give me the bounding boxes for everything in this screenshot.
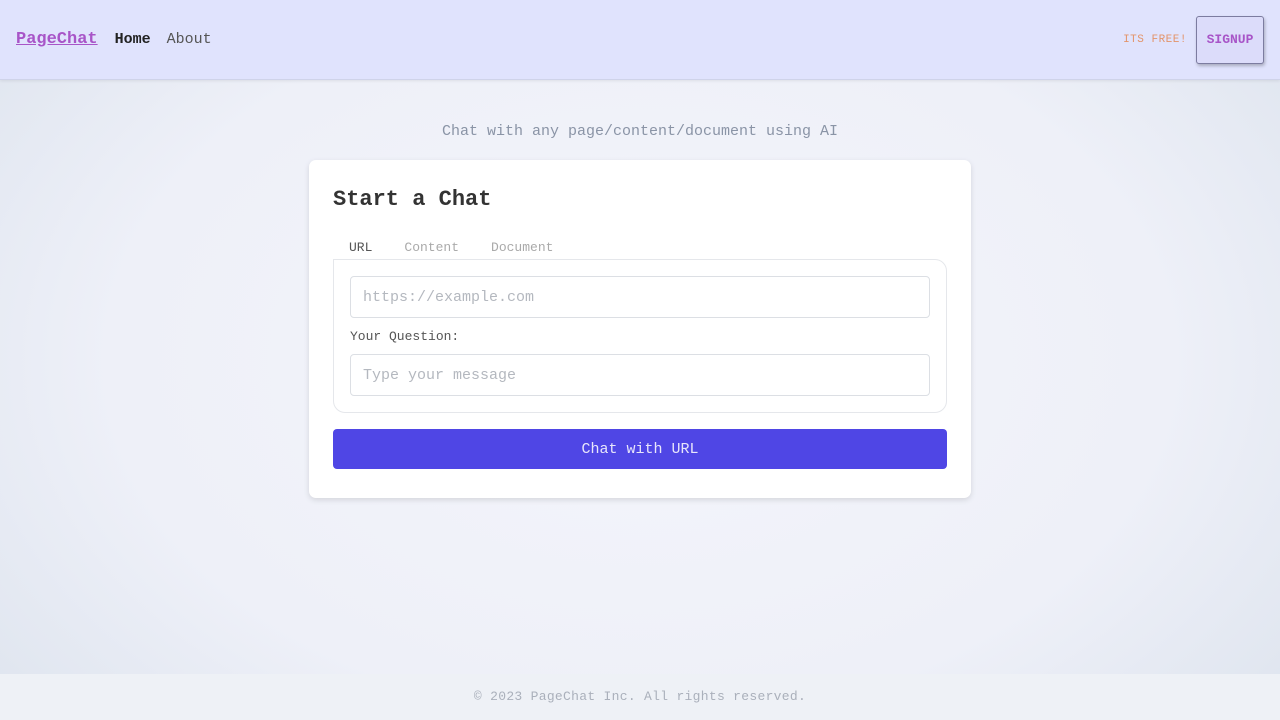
chat-with-url-button[interactable]: Chat with URL [333, 429, 947, 469]
start-chat-card: Start a Chat URL Content Document Your Q… [309, 160, 971, 498]
question-label: Your Question: [350, 329, 460, 344]
tab-content[interactable]: Content [404, 238, 459, 258]
url-input[interactable] [350, 276, 930, 318]
nav-right-group: ITS FREE! SIGNUP [1123, 15, 1264, 64]
url-tab-panel: Your Question: [333, 259, 947, 413]
question-input[interactable] [350, 354, 930, 396]
top-navbar: PageChat Home About ITS FREE! SIGNUP [0, 0, 1280, 80]
tab-document[interactable]: Document [491, 238, 553, 258]
page-footer: © 2023 PageChat Inc. All rights reserved… [0, 674, 1280, 720]
hero-tagline: Chat with any page/content/document usin… [441, 123, 839, 140]
free-promo-text: ITS FREE! [1123, 33, 1187, 46]
nav-link-about[interactable]: About [167, 31, 212, 48]
input-type-tabs: URL Content Document [333, 238, 947, 258]
tab-url[interactable]: URL [349, 238, 372, 258]
nav-link-home[interactable]: Home [115, 31, 151, 48]
brand-logo-link[interactable]: PageChat [16, 30, 98, 49]
copyright-text: © 2023 PageChat Inc. All rights reserved… [473, 689, 807, 704]
card-title: Start a Chat [333, 187, 492, 212]
signup-button[interactable]: SIGNUP [1196, 15, 1264, 64]
